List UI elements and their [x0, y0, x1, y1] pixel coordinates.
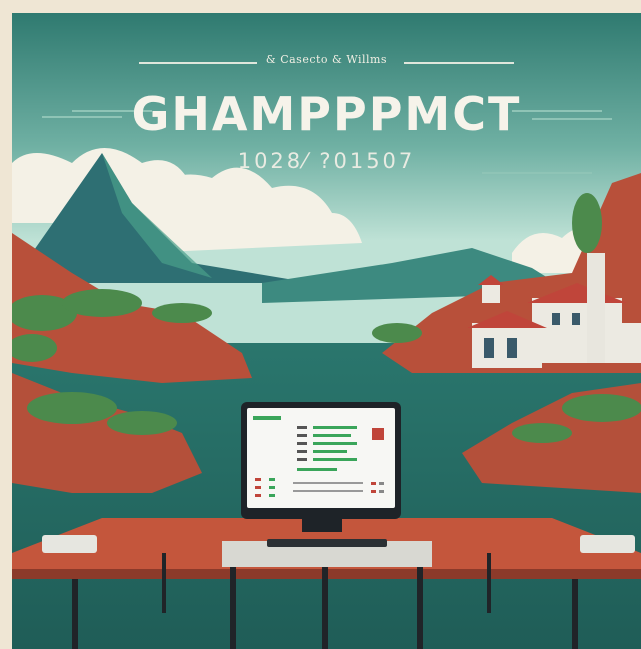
screen-content	[253, 416, 384, 497]
monitor	[241, 402, 401, 519]
poster-frame: & Casecto & Willms GHAMPPPMCT 1028⁄ ?015…	[0, 0, 641, 649]
poster-numbers: 1028⁄ ?01507	[237, 149, 416, 173]
subtitle-rule-right	[404, 62, 514, 64]
poster: & Casecto & Willms GHAMPPPMCT 1028⁄ ?015…	[12, 13, 641, 649]
monitor-screen	[247, 408, 395, 508]
poster-subtitle: & Casecto & Willms	[265, 53, 388, 66]
keyboard	[267, 539, 387, 547]
poster-title: GHAMPPPMCT	[131, 87, 522, 141]
